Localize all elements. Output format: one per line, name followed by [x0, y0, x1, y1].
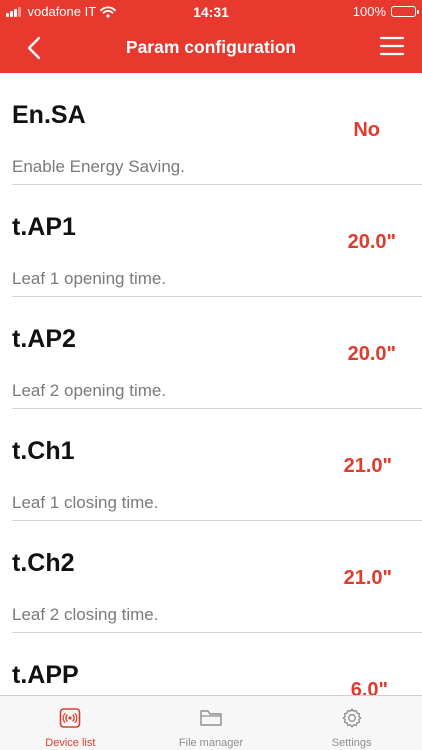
- status-bar: vodafone IT 14:31 100%: [0, 0, 422, 24]
- param-description: Leaf 1 closing time.: [12, 493, 159, 512]
- folder-icon: [200, 710, 222, 726]
- param-row-t-ap2[interactable]: t.AP2 20.0" Leaf 2 opening time.: [0, 297, 422, 409]
- param-row-t-ch2[interactable]: t.Ch2 21.0" Leaf 2 closing time.: [0, 521, 422, 633]
- param-description: Leaf 1 opening time.: [12, 269, 167, 288]
- tab-device-list[interactable]: Device list: [0, 696, 141, 750]
- tab-settings[interactable]: Settings: [281, 696, 422, 750]
- tab-bar: Device list File manager Settings: [0, 695, 422, 750]
- menu-button[interactable]: [379, 35, 405, 57]
- param-value: 20.0": [347, 231, 396, 253]
- tab-label: Device list: [45, 737, 96, 749]
- page-title: Param configuration: [125, 37, 297, 57]
- remote-control-icon: [60, 708, 81, 728]
- param-code: t.APP: [12, 661, 79, 689]
- param-list[interactable]: En.SA No Enable Energy Saving. t.AP1 20.…: [0, 73, 422, 695]
- chevron-left-icon: [27, 36, 41, 60]
- param-row-t-ch1[interactable]: t.Ch1 21.0" Leaf 1 closing time.: [0, 409, 422, 521]
- app-header: vodafone IT 14:31 100% Param configurati…: [0, 0, 422, 73]
- param-value: 20.0": [347, 343, 396, 365]
- tab-label: File manager: [178, 737, 244, 749]
- param-code: t.AP2: [12, 325, 76, 353]
- param-row-t-ap1[interactable]: t.AP1 20.0" Leaf 1 opening time.: [0, 185, 422, 297]
- param-value: No: [353, 119, 380, 141]
- param-code: En.SA: [12, 101, 86, 129]
- param-code: t.Ch2: [12, 549, 75, 577]
- param-row-t-app[interactable]: t.APP 6.0": [0, 633, 422, 695]
- param-value: 6.0": [350, 679, 388, 695]
- status-right: 100%: [352, 4, 419, 19]
- param-row-en-sa[interactable]: En.SA No Enable Energy Saving.: [0, 73, 422, 185]
- param-code: t.AP1: [12, 213, 76, 241]
- battery-percent: 100%: [352, 4, 386, 19]
- hamburger-menu-icon: [379, 36, 405, 56]
- param-code: t.Ch1: [12, 437, 75, 465]
- param-description: Leaf 2 closing time.: [12, 605, 159, 624]
- gear-icon: [342, 708, 362, 728]
- battery-icon: [391, 6, 419, 17]
- param-description: Enable Energy Saving.: [12, 157, 185, 176]
- param-value: 21.0": [343, 567, 392, 589]
- tab-label: Settings: [331, 737, 372, 749]
- tab-file-manager[interactable]: File manager: [141, 696, 282, 750]
- param-value: 21.0": [343, 455, 392, 477]
- param-description: Leaf 2 opening time.: [12, 381, 167, 400]
- back-button[interactable]: [22, 32, 50, 64]
- nav-bar: Param configuration: [0, 24, 422, 73]
